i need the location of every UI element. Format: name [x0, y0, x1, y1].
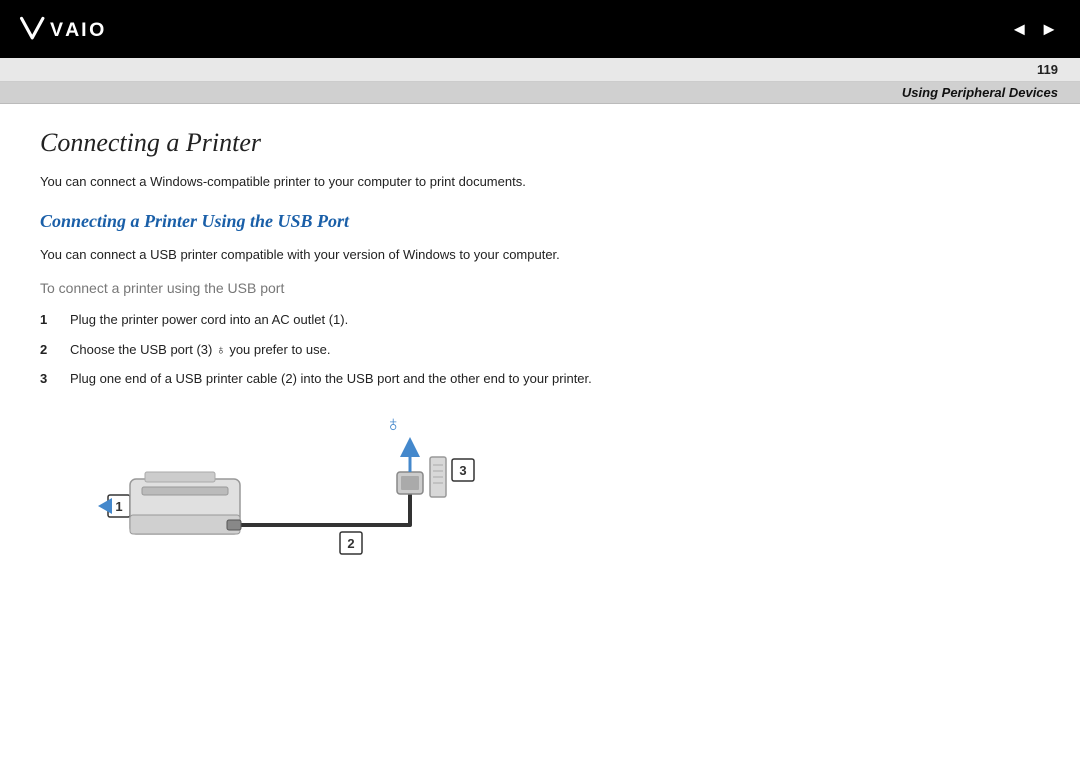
section-title: Using Peripheral Devices [902, 85, 1058, 100]
svg-text:O: O [89, 19, 104, 41]
main-content: Connecting a Printer You can connect a W… [0, 104, 1080, 627]
svg-text:2: 2 [347, 536, 354, 551]
step-3-number: 3 [40, 369, 64, 389]
intro-text: You can connect a Windows-compatible pri… [40, 172, 1040, 192]
diagram-svg: 1 2 [70, 407, 630, 597]
step-2: 2 Choose the USB port (3) ♁ you prefer t… [40, 340, 1040, 360]
prev-arrow[interactable]: ◄ [1006, 17, 1032, 42]
step-1-text: Plug the printer power cord into an AC o… [70, 310, 348, 330]
steps-list: 1 Plug the printer power cord into an AC… [40, 310, 1040, 389]
svg-text:1: 1 [115, 499, 122, 514]
svg-text:V: V [50, 19, 63, 41]
step-1-number: 1 [40, 310, 64, 330]
subsection-heading: To connect a printer using the USB port [40, 280, 1040, 296]
svg-text:I: I [81, 19, 86, 41]
next-arrow[interactable]: ► [1036, 17, 1062, 42]
page-heading: Connecting a Printer [40, 128, 1040, 158]
svg-text:3: 3 [459, 463, 466, 478]
step-3: 3 Plug one end of a USB printer cable (2… [40, 369, 1040, 389]
step-1: 1 Plug the printer power cord into an AC… [40, 310, 1040, 330]
diagram-area: 1 2 [40, 407, 1040, 607]
svg-text:A: A [65, 19, 79, 41]
section-heading: Connecting a Printer Using the USB Port [40, 210, 1040, 233]
vaio-logo: V A I O [18, 13, 125, 45]
svg-text:♁: ♁ [385, 411, 402, 436]
step-2-number: 2 [40, 340, 64, 360]
page-number: 119 [1037, 62, 1058, 77]
page-number-bar: 119 [0, 58, 1080, 82]
section-text: You can connect a USB printer compatible… [40, 245, 1040, 265]
section-title-bar: Using Peripheral Devices [0, 82, 1080, 104]
step-3-text: Plug one end of a USB printer cable (2) … [70, 369, 592, 389]
nav-arrows[interactable]: ◄ ► [1006, 17, 1062, 42]
step-2-text: Choose the USB port (3) ♁ you prefer to … [70, 340, 331, 360]
header: V A I O ◄ ► [0, 0, 1080, 58]
